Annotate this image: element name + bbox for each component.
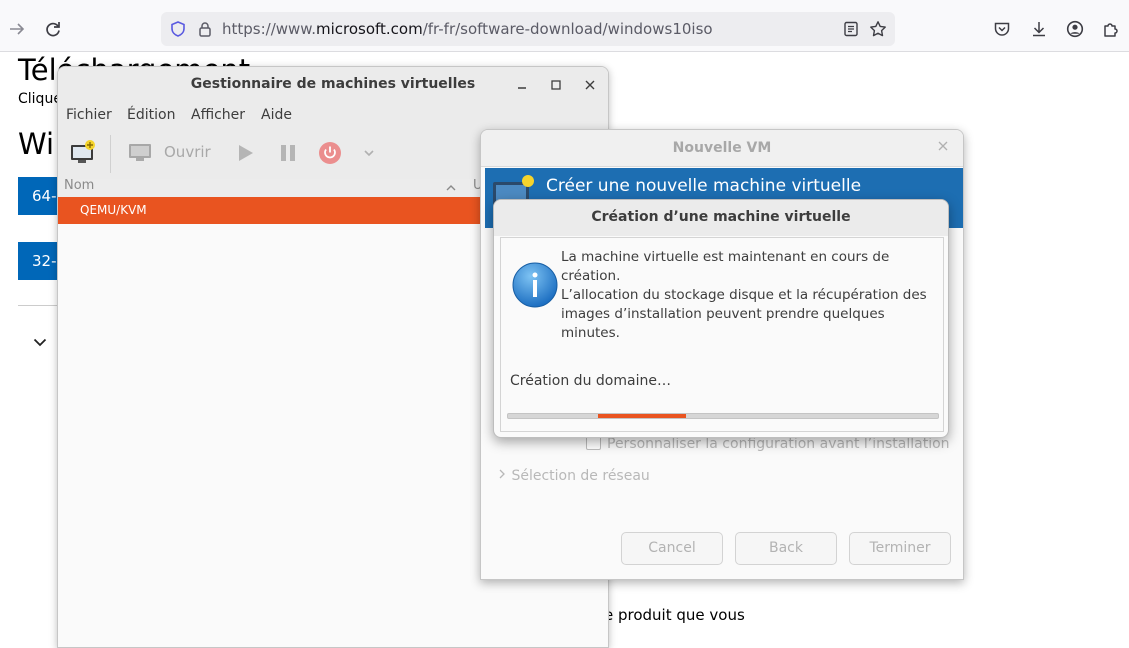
customize-checkbox-label: Personnaliser la configuration avant l’i…: [607, 436, 950, 452]
bookmark-star-icon[interactable]: [869, 20, 887, 38]
chevron-right-icon[interactable]: [497, 468, 511, 484]
creation-progress-dialog: Création d’une machine virtuelle La mach…: [493, 199, 949, 438]
url-bar[interactable]: https://www.microsoft.com/fr-fr/software…: [161, 12, 895, 46]
pocket-icon[interactable]: [993, 20, 1011, 38]
extensions-icon[interactable]: [1102, 20, 1120, 38]
connection-label: QEMU/KVM: [80, 203, 147, 217]
progress-bar: [507, 413, 939, 419]
page-text: e produit que vous: [604, 606, 745, 624]
download-icon[interactable]: [1030, 20, 1048, 38]
dialog-titlebar[interactable]: Création d’une machine virtuelle: [494, 200, 948, 236]
account-icon[interactable]: [1066, 20, 1084, 38]
wizard-banner-title: Créer une nouvelle machine virtuelle: [546, 176, 862, 196]
back-button[interactable]: Back: [735, 532, 837, 565]
status-text: Création du domaine…: [510, 373, 671, 389]
reload-icon[interactable]: [42, 18, 64, 40]
page-heading-2: Wi: [18, 127, 55, 161]
close-icon[interactable]: [936, 139, 950, 157]
new-vm-titlebar[interactable]: Nouvelle VM: [481, 130, 963, 167]
maximize-icon[interactable]: [546, 75, 566, 95]
lock-icon[interactable]: [197, 21, 213, 37]
close-icon[interactable]: [580, 75, 600, 95]
menu-aide[interactable]: Aide: [261, 107, 292, 123]
menu-bar: Fichier Édition Afficher Aide: [58, 103, 608, 129]
page-subtext: Clique: [18, 91, 62, 107]
divider: [18, 305, 58, 306]
dialog-body: La machine virtuelle est maintenant en c…: [500, 237, 944, 432]
finish-button[interactable]: Terminer: [849, 532, 951, 565]
url-text[interactable]: https://www.microsoft.com/fr-fr/software…: [222, 20, 713, 38]
menu-edition[interactable]: Édition: [127, 107, 175, 123]
info-icon: [511, 261, 559, 309]
dropdown-chevron-icon[interactable]: [360, 144, 378, 166]
dialog-title: Création d’une machine virtuelle: [591, 209, 851, 225]
shield-icon[interactable]: [169, 20, 187, 38]
open-button[interactable]: Ouvrir: [164, 143, 211, 161]
minimize-icon[interactable]: [512, 75, 532, 95]
message-line: La machine virtuelle est maintenant en c…: [561, 249, 890, 284]
column-name-header[interactable]: Nom: [64, 178, 94, 193]
chevron-down-icon[interactable]: [31, 333, 49, 351]
network-selection-expander[interactable]: Sélection de réseau: [497, 468, 650, 484]
reader-view-icon[interactable]: [842, 20, 860, 38]
cancel-button[interactable]: Cancel: [621, 532, 723, 565]
progress-bar-fill: [598, 414, 687, 418]
dialog-message: La machine virtuelle est maintenant en c…: [561, 248, 941, 343]
menu-fichier[interactable]: Fichier: [66, 107, 112, 123]
message-line: L’allocation du stockage disque et la ré…: [561, 287, 927, 303]
play-icon[interactable]: [234, 142, 256, 168]
power-icon[interactable]: [318, 141, 342, 169]
toolbar-separator: [110, 135, 111, 173]
window-title: Nouvelle VM: [672, 140, 772, 156]
new-vm-icon[interactable]: [69, 139, 97, 171]
message-line: images d’installation peuvent prendre qu…: [561, 306, 885, 341]
network-selection-label: Sélection de réseau: [511, 468, 650, 484]
menu-afficher[interactable]: Afficher: [191, 107, 245, 123]
monitor-icon[interactable]: [128, 141, 152, 169]
vm-manager-titlebar[interactable]: Gestionnaire de machines virtuelles: [58, 67, 608, 103]
forward-arrow-icon[interactable]: [6, 18, 28, 40]
browser-toolbar: https://www.microsoft.com/fr-fr/software…: [0, 0, 1129, 52]
pause-icon[interactable]: [277, 142, 299, 168]
